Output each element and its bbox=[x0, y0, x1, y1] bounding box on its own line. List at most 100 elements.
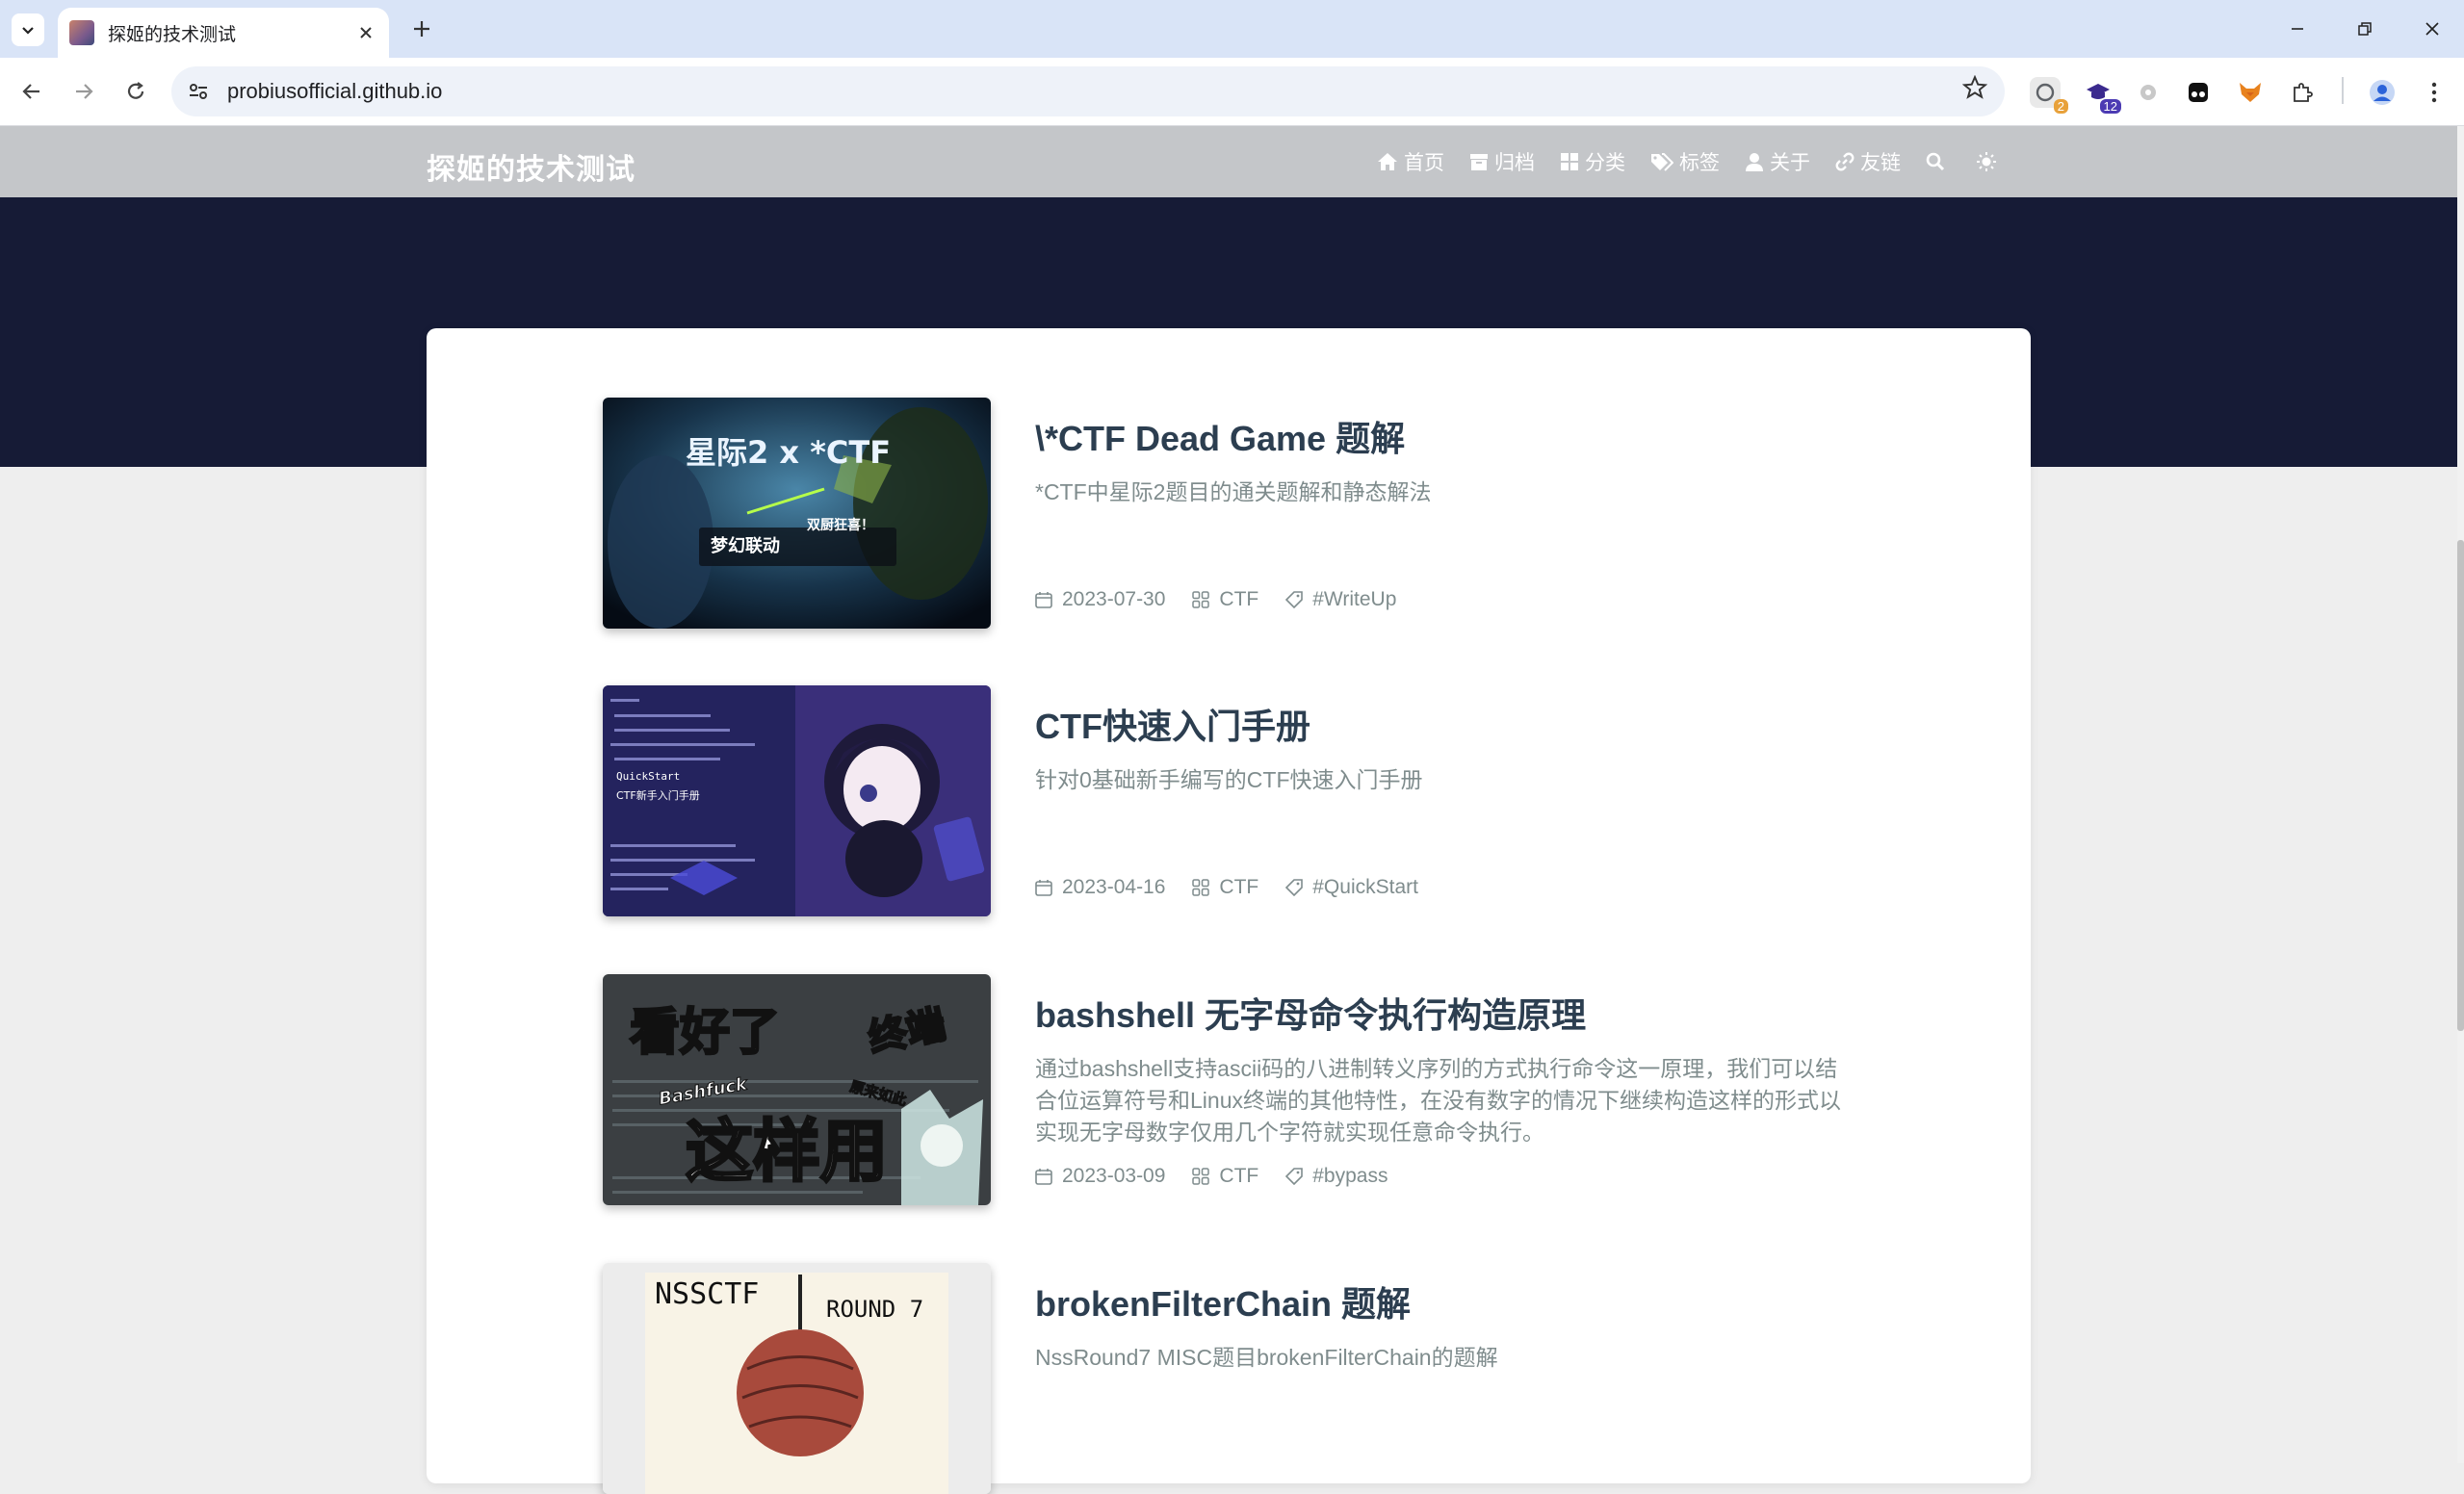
post-tag-text: #bypass bbox=[1312, 1165, 1388, 1187]
extension-badge: 2 bbox=[2053, 99, 2068, 114]
post-title[interactable]: bashshell 无字母命令执行构造原理 bbox=[1035, 988, 1586, 1038]
puzzle-icon bbox=[2294, 83, 2313, 102]
restore-button[interactable] bbox=[2336, 10, 2394, 48]
category-icon bbox=[1192, 1168, 1210, 1185]
close-icon bbox=[360, 27, 372, 39]
close-window-button[interactable] bbox=[2403, 10, 2461, 48]
extension-3-button[interactable] bbox=[2133, 77, 2164, 108]
nav-item-home[interactable]: 首页 bbox=[1377, 147, 1444, 176]
page-scrollbar[interactable] bbox=[2457, 126, 2464, 1463]
thumb-text: 星际2 x *CTF bbox=[686, 434, 891, 471]
active-tab[interactable]: 探姬的技术测试 bbox=[58, 8, 389, 58]
favicon-icon bbox=[69, 20, 94, 45]
thumb-text: NSSCTF bbox=[655, 1277, 759, 1311]
close-icon bbox=[2425, 22, 2439, 36]
scrollbar-thumb[interactable] bbox=[2457, 540, 2464, 1031]
post-thumbnail[interactable]: QuickStart CTF新手入门手册 bbox=[603, 685, 991, 916]
bookmark-star-button[interactable] bbox=[1961, 74, 1988, 107]
post-item[interactable]: NSSCTF ROUND 7 brokenFilterChain 题解 NssR… bbox=[603, 1263, 1806, 1494]
close-tab-button[interactable] bbox=[352, 19, 379, 46]
post-category-text: CTF bbox=[1219, 1165, 1259, 1187]
nav-item-tags[interactable]: 标签 bbox=[1650, 147, 1720, 176]
minimize-button[interactable] bbox=[2269, 10, 2326, 48]
post-tag[interactable]: #WriteUp bbox=[1285, 588, 1396, 611]
nav-item-category[interactable]: 分类 bbox=[1560, 147, 1625, 176]
address-bar[interactable]: probiusofficial.github.io bbox=[171, 66, 2005, 116]
post-item[interactable]: QuickStart CTF新手入门手册 CTF快速入门手册 针对0基础新手编写… bbox=[603, 685, 1806, 916]
thumb-text: 梦幻联动 bbox=[711, 535, 780, 556]
browser-toolbar: probiusofficial.github.io 2 12 bbox=[0, 58, 2464, 126]
post-category-text: CTF bbox=[1219, 588, 1259, 610]
sun-icon bbox=[1977, 152, 1996, 171]
back-button[interactable] bbox=[13, 73, 50, 110]
profile-button[interactable] bbox=[2367, 77, 2398, 108]
tag-icon bbox=[1285, 1168, 1304, 1185]
home-icon bbox=[1378, 153, 1397, 170]
nav-item-links[interactable]: 友链 bbox=[1835, 147, 1901, 176]
calendar-icon bbox=[1035, 880, 1052, 896]
quickstart-cover-image: QuickStart CTF新手入门手册 bbox=[603, 685, 991, 916]
post-category-text: CTF bbox=[1219, 876, 1259, 898]
nav-item-label: 分类 bbox=[1585, 152, 1625, 174]
plus-icon bbox=[414, 21, 429, 37]
post-date-text: 2023-04-16 bbox=[1062, 876, 1166, 898]
post-item[interactable]: 看好了 终端 Bashfuck 这样用 原来如此 bashshell 无字母命令… bbox=[603, 974, 1841, 1205]
post-thumbnail[interactable]: NSSCTF ROUND 7 bbox=[603, 1263, 991, 1494]
post-item[interactable]: 星际2 x *CTF 梦幻联动 双厨狂喜！ \*CTF Dead Game 题解… bbox=[603, 398, 1806, 629]
tab-search-button[interactable] bbox=[12, 13, 44, 46]
post-tag[interactable]: #QuickStart bbox=[1285, 876, 1418, 899]
extension-5-button[interactable] bbox=[2235, 77, 2266, 108]
user-icon bbox=[1746, 153, 1763, 171]
thumb-text: 这样用 bbox=[686, 1112, 888, 1191]
arrow-left-icon bbox=[22, 84, 39, 99]
extension-4-button[interactable] bbox=[2183, 77, 2214, 108]
nav-item-about[interactable]: 关于 bbox=[1745, 147, 1810, 176]
post-category[interactable]: CTF bbox=[1192, 588, 1258, 611]
post-tag[interactable]: #bypass bbox=[1285, 1165, 1388, 1188]
post-thumbnail[interactable]: 看好了 终端 Bashfuck 这样用 原来如此 bbox=[603, 974, 991, 1205]
forward-button[interactable] bbox=[65, 73, 102, 110]
search-button[interactable] bbox=[1926, 152, 1951, 171]
calendar-icon bbox=[1035, 1169, 1052, 1185]
theme-toggle-button[interactable] bbox=[1976, 151, 2003, 172]
nav-item-label: 标签 bbox=[1679, 152, 1720, 174]
post-title[interactable]: \*CTF Dead Game 题解 bbox=[1035, 411, 1405, 461]
post-tag-text: #WriteUp bbox=[1312, 588, 1397, 610]
url-text: probiusofficial.github.io bbox=[227, 79, 443, 103]
post-list-card: 星际2 x *CTF 梦幻联动 双厨狂喜！ \*CTF Dead Game 题解… bbox=[427, 328, 2031, 1494]
chevron-down-icon bbox=[22, 27, 34, 35]
post-title[interactable]: CTF快速入门手册 bbox=[1035, 699, 1310, 749]
site-navbar: 探姬的技术测试 首页 归档 分类 标签 关于 友链 bbox=[0, 126, 2457, 197]
nav-item-label: 关于 bbox=[1770, 152, 1810, 174]
thumb-text: CTF新手入门手册 bbox=[616, 788, 700, 802]
post-category[interactable]: CTF bbox=[1192, 1165, 1258, 1188]
post-meta: 2023-03-09 CTF #bypass bbox=[1035, 1165, 1414, 1188]
category-icon bbox=[1561, 153, 1578, 170]
extension-2-button[interactable]: 12 bbox=[2083, 77, 2121, 114]
nssctf-cover-image: NSSCTF ROUND 7 bbox=[603, 1263, 991, 1494]
new-tab-button[interactable] bbox=[404, 12, 439, 46]
reload-icon bbox=[127, 82, 144, 99]
post-date: 2023-03-09 bbox=[1035, 1165, 1165, 1188]
nav-item-archive[interactable]: 归档 bbox=[1469, 147, 1535, 176]
minimize-icon bbox=[2292, 28, 2303, 30]
extension-badge: 12 bbox=[2099, 99, 2121, 114]
link-icon bbox=[1835, 152, 1854, 171]
fox-icon bbox=[2240, 83, 2261, 102]
arrow-right-icon bbox=[76, 84, 93, 99]
post-thumbnail[interactable]: 星际2 x *CTF 梦幻联动 双厨狂喜！ bbox=[603, 398, 991, 629]
browser-menu-button[interactable] bbox=[2419, 77, 2450, 108]
extensions-menu-button[interactable] bbox=[2287, 77, 2318, 108]
nav-item-label: 友链 bbox=[1860, 152, 1901, 174]
extension-1-button[interactable]: 2 bbox=[2030, 77, 2068, 114]
calendar-icon bbox=[1035, 592, 1052, 608]
tab-strip: 探姬的技术测试 bbox=[0, 0, 2464, 58]
post-category[interactable]: CTF bbox=[1192, 876, 1258, 899]
nav-menu: 首页 归档 分类 标签 关于 友链 bbox=[1377, 147, 2028, 176]
post-title[interactable]: brokenFilterChain 题解 bbox=[1035, 1276, 1411, 1327]
site-title[interactable]: 探姬的技术测试 bbox=[427, 145, 635, 188]
post-description: 通过bashshell支持ascii码的八进制转义序列的方式执行命令这一原理，我… bbox=[1035, 1056, 1841, 1145]
post-date: 2023-07-30 bbox=[1035, 588, 1165, 611]
reload-button[interactable] bbox=[117, 73, 154, 110]
site-info-button[interactable] bbox=[185, 78, 212, 105]
